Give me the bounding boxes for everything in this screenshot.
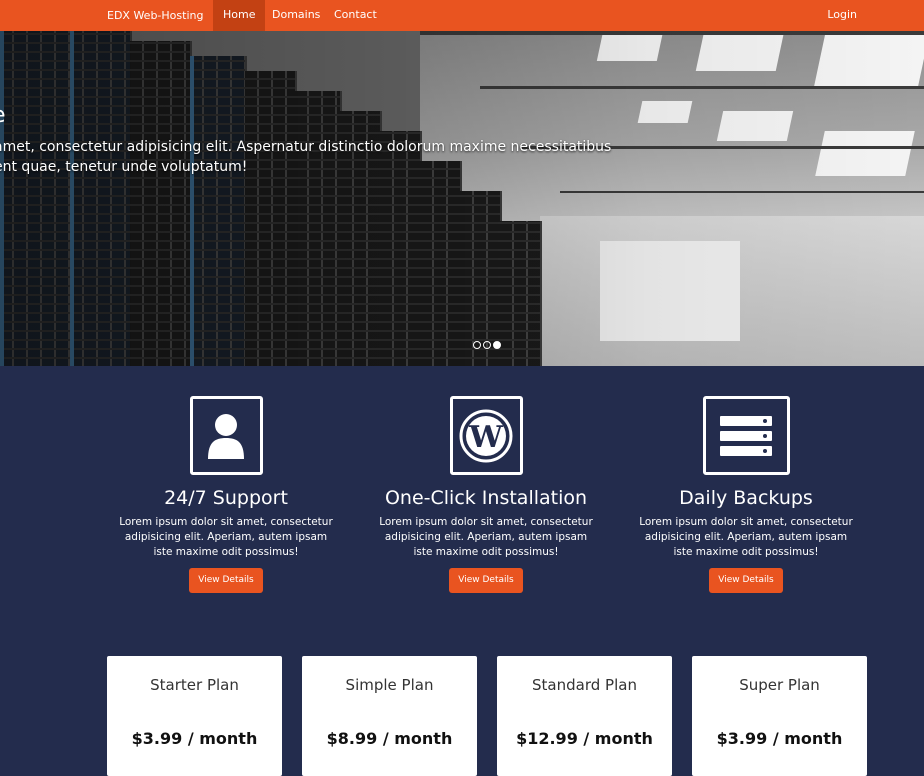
- nav-home[interactable]: Home: [213, 0, 266, 31]
- top-navbar: EDX Web-Hosting Home Domains Contact Log…: [0, 0, 924, 31]
- view-details-button[interactable]: View Details: [709, 568, 783, 593]
- plan-name: Standard Plan: [532, 676, 637, 694]
- feature-description: Lorem ipsum dolor sit amet, consectetur …: [639, 516, 853, 558]
- login-link[interactable]: Login: [827, 0, 857, 31]
- carousel-indicator-3[interactable]: [493, 341, 501, 349]
- plan-name: Super Plan: [739, 676, 820, 694]
- plan-card-simple: Simple Plan $8.99 / month: [302, 656, 477, 776]
- feature-installation: W One-Click Installation Lorem ipsum dol…: [366, 396, 606, 593]
- feature-support: 24/7 Support Lorem ipsum dolor sit amet,…: [106, 396, 346, 593]
- plan-name: Starter Plan: [150, 676, 239, 694]
- plan-card-standard: Standard Plan $12.99 / month: [497, 656, 672, 776]
- hero-caption-line: ent quae, tenetur unde voluptatum!: [0, 159, 248, 175]
- hero-carousel: e amet, consectetur adipisicing elit. As…: [0, 31, 924, 366]
- svg-text:W: W: [468, 420, 504, 455]
- hero-caption-line: amet, consectetur adipisicing elit. Aspe…: [0, 139, 612, 155]
- plan-card-super: Super Plan $3.99 / month: [692, 656, 867, 776]
- feature-title: 24/7 Support: [164, 487, 288, 509]
- feature-description: Lorem ipsum dolor sit amet, consectetur …: [379, 516, 593, 558]
- feature-title: One-Click Installation: [384, 487, 588, 509]
- carousel-indicator-2[interactable]: [483, 341, 491, 349]
- hero-title: e: [0, 103, 6, 128]
- carousel-indicator-1[interactable]: [473, 341, 481, 349]
- user-icon: [189, 396, 263, 475]
- feature-backups: Daily Backups Lorem ipsum dolor sit amet…: [626, 396, 866, 593]
- plan-price: $8.99 / month: [326, 729, 453, 748]
- server-icon: [702, 396, 790, 475]
- feature-title: Daily Backups: [679, 487, 813, 509]
- nav-domains[interactable]: Domains: [262, 0, 330, 31]
- plan-price: $3.99 / month: [716, 729, 843, 748]
- view-details-button[interactable]: View Details: [449, 568, 523, 593]
- nav-contact[interactable]: Contact: [324, 0, 387, 31]
- wordpress-icon: W: [449, 396, 523, 475]
- hero-caption: amet, consectetur adipisicing elit. Aspe…: [0, 137, 612, 177]
- plan-price: $3.99 / month: [131, 729, 258, 748]
- carousel-indicators: [473, 334, 503, 353]
- feature-description: Lorem ipsum dolor sit amet, consectetur …: [119, 516, 333, 558]
- brand-link[interactable]: EDX Web-Hosting: [107, 0, 203, 31]
- plan-card-starter: Starter Plan $3.99 / month: [107, 656, 282, 776]
- plan-name: Simple Plan: [345, 676, 434, 694]
- view-details-button[interactable]: View Details: [189, 568, 263, 593]
- plan-price: $12.99 / month: [516, 729, 653, 748]
